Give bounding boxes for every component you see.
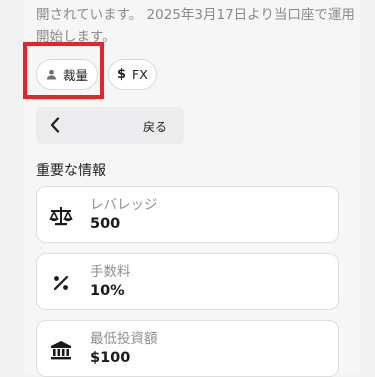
- tag-chip-label: FX: [132, 67, 148, 82]
- info-card-label: レバレッジ: [90, 197, 158, 213]
- bank-icon: [49, 339, 73, 361]
- info-card-min-investment: 最低投資額 $100: [36, 320, 339, 377]
- highlight-box: [23, 42, 104, 99]
- tag-chip-fx[interactable]: $ FX: [108, 59, 157, 90]
- back-button[interactable]: 戻る: [36, 107, 184, 144]
- info-card-value: $100: [90, 350, 131, 366]
- info-card-value: 10%: [90, 283, 125, 299]
- chevron-left-icon: [50, 117, 60, 137]
- info-card-commission: 手数料 10%: [36, 253, 339, 310]
- back-button-label: 戻る: [142, 120, 167, 134]
- info-card-label: 手数料: [90, 264, 131, 280]
- info-card-value: 500: [90, 216, 121, 232]
- info-card-leverage: レバレッジ 500: [36, 186, 339, 243]
- percent-icon: [49, 272, 73, 294]
- info-card-label: 最低投資額: [90, 331, 158, 347]
- scale-icon: [49, 205, 73, 227]
- dollar-icon: $: [117, 67, 127, 82]
- section-title: 重要な情報: [36, 163, 106, 179]
